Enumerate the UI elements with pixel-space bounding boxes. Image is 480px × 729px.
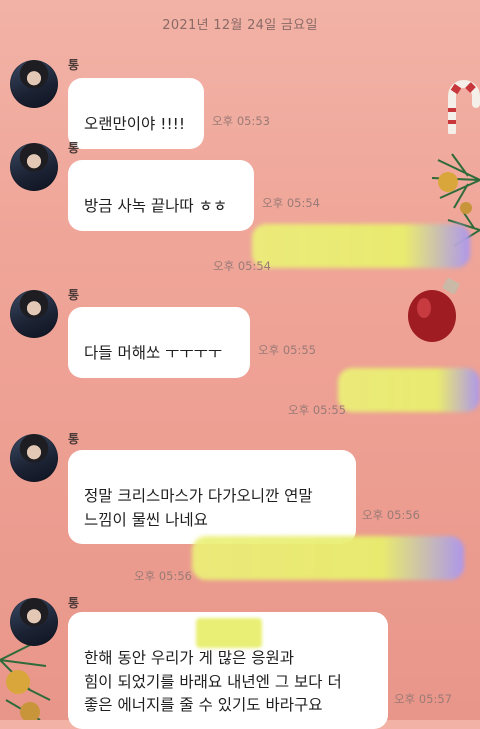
message-bubble[interactable]: 정말 크리스마스가 다가오니깐 연말 느낌이 물씬 나네요 xyxy=(68,450,356,544)
message-text: 정말 크리스마스가 다가오니깐 연말 느낌이 물씬 나네요 xyxy=(84,487,313,529)
redacted-sent-bubble xyxy=(252,224,470,268)
sent-time: 오후 05:54 xyxy=(213,259,271,273)
message-time: 오후 05:55 xyxy=(258,343,316,357)
avatar[interactable] xyxy=(10,598,58,646)
redacted-sent-bubble xyxy=(192,536,464,580)
message-time: 오후 05:56 xyxy=(362,508,420,522)
sender-name: 통 xyxy=(68,288,80,302)
avatar[interactable] xyxy=(10,143,58,191)
redacted-sent-bubble xyxy=(338,368,480,412)
avatar[interactable] xyxy=(10,60,58,108)
message-time: 오후 05:57 xyxy=(394,692,452,706)
avatar[interactable] xyxy=(10,290,58,338)
message-text: 방금 사녹 끝나따 ㅎㅎ xyxy=(84,197,228,216)
message-text: 다들 머해쏘 ㅜㅜㅜㅜ xyxy=(84,344,223,363)
message-time: 오후 05:53 xyxy=(212,114,270,128)
avatar[interactable] xyxy=(10,434,58,482)
sender-name: 통 xyxy=(68,141,80,155)
sent-time: 오후 05:56 xyxy=(134,569,192,583)
message-bubble[interactable]: 오랜만이야 !!!! xyxy=(68,78,204,149)
message-text: 오랜만이야 !!!! xyxy=(84,115,186,134)
date-header: 2021년 12월 24일 금요일 xyxy=(162,18,318,33)
sender-name: 통 xyxy=(68,58,80,72)
ornament-icon xyxy=(408,278,460,342)
message-bubble[interactable]: 다들 머해쏘 ㅜㅜㅜㅜ xyxy=(68,307,250,378)
candy-cane-icon xyxy=(448,80,480,134)
message-bubble[interactable]: 방금 사녹 끝나따 ㅎㅎ xyxy=(68,160,254,231)
sender-name: 통 xyxy=(68,596,80,610)
message-time: 오후 05:54 xyxy=(262,196,320,210)
sent-time: 오후 05:55 xyxy=(288,403,346,417)
message-text: 한해 동안 우리가 게 많은 응원과 힘이 되었기를 바래요 내년엔 그 보다 … xyxy=(84,649,342,714)
censor-mark xyxy=(196,618,262,648)
sender-name: 통 xyxy=(68,432,80,446)
